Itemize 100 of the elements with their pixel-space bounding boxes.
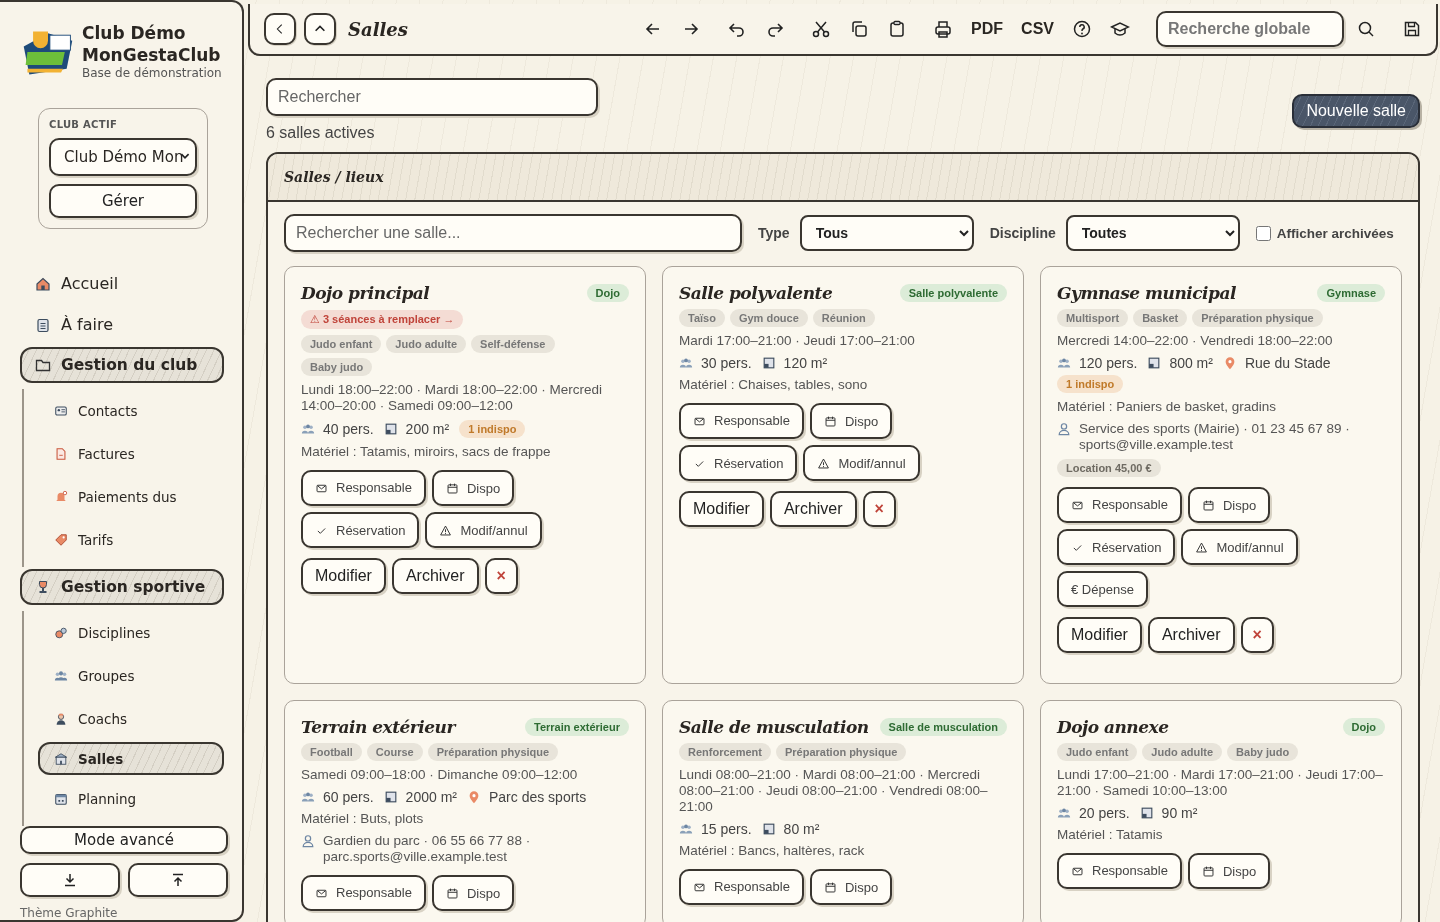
club-name: Club Démo MonGestaClub [82, 22, 222, 66]
save-icon[interactable] [1402, 19, 1422, 39]
replacement-alert[interactable]: ⚠ 3 séances à remplacer → [301, 310, 464, 329]
action-button[interactable]: Modif/annul [803, 445, 920, 481]
edit-button[interactable]: Modifier [679, 491, 764, 527]
clipboard-icon [35, 316, 51, 333]
discipline-tag: Football [301, 743, 362, 761]
csv-button[interactable]: CSV [1021, 20, 1054, 38]
advanced-mode-button[interactable]: Mode avancé [20, 826, 228, 854]
floor-plan-icon [1147, 356, 1162, 370]
back-button[interactable] [264, 13, 296, 45]
room-search-field[interactable]: Rechercher une salle... [284, 214, 742, 252]
invoice-icon [54, 446, 68, 461]
edit-button[interactable]: Modifier [301, 558, 386, 594]
equipment-text: Matériel : Tatamis [1057, 827, 1164, 843]
search-field[interactable]: Rechercher [266, 78, 598, 116]
calendar-icon [1201, 864, 1215, 878]
download-button[interactable] [20, 863, 120, 897]
delete-button[interactable]: × [484, 558, 518, 594]
club-select[interactable]: Club Démo Mon [49, 138, 197, 176]
action-button[interactable]: Responsable [679, 869, 804, 905]
balls-icon [54, 625, 68, 640]
archive-button[interactable]: Archiver [391, 558, 479, 594]
action-button[interactable]: Responsable [301, 470, 426, 506]
nav-item[interactable]: Groupes [38, 656, 224, 695]
manage-button[interactable]: Gérer [49, 184, 197, 218]
action-button[interactable]: Modif/annul [1181, 529, 1298, 565]
action-button[interactable]: Réservation [679, 445, 798, 481]
capacity-text: 30 pers. [701, 355, 752, 371]
delete-button[interactable]: × [1240, 617, 1274, 653]
action-button[interactable]: Dispo [1187, 487, 1271, 523]
discipline-tag: Course [366, 743, 423, 761]
warning-icon [1195, 540, 1209, 554]
people-icon [1057, 356, 1071, 370]
action-button[interactable]: Réservation [301, 512, 420, 548]
floor-plan-icon [1139, 806, 1154, 820]
action-button[interactable]: Responsable [679, 403, 804, 439]
action-button[interactable]: Dispo [431, 875, 515, 911]
new-room-button[interactable]: Nouvelle salle [1292, 94, 1420, 128]
calendar-icon [445, 481, 459, 495]
edit-button[interactable]: Modifier [1057, 617, 1142, 653]
help-icon[interactable] [1072, 19, 1092, 39]
location-text: Rue du Stade [1244, 355, 1331, 371]
nav-item[interactable]: Paiements dus [38, 477, 224, 516]
nav-item[interactable]: Salles [38, 742, 224, 775]
discipline-select[interactable]: Toutes [1065, 215, 1240, 251]
action-button[interactable]: Responsable [301, 875, 426, 911]
room-type-badge: Dojo [586, 284, 629, 302]
action-button[interactable]: Dispo [809, 403, 893, 439]
archived-label: Afficher archivées [1276, 225, 1394, 241]
capacity-text: 15 pers. [701, 821, 752, 837]
schedule-text: Samedi 09:00–18:00 · Dimanche 09:00–12:00 [301, 767, 579, 783]
action-button[interactable]: Réservation [1057, 529, 1176, 565]
schedule-text: Mercredi 14:00–22:00 · Vendredi 18:00–22:00 [1057, 333, 1334, 349]
pdf-button[interactable]: PDF [971, 20, 1004, 38]
up-button[interactable] [304, 13, 336, 45]
global-search-field[interactable]: Recherche globale [1156, 11, 1344, 47]
calendar-icon [823, 414, 837, 428]
nav-item[interactable]: Planning [38, 779, 224, 818]
contact-text: Service des sports (Mairie) · 01 23 45 67 89 · sports@ville.example.test [1079, 421, 1351, 453]
room-name: Terrain extérieur [301, 717, 455, 737]
action-button[interactable]: Dispo [431, 470, 515, 506]
action-button[interactable]: Modif/annul [425, 512, 542, 548]
copy-icon[interactable] [849, 19, 870, 39]
nav-item[interactable]: Coachs [38, 699, 224, 738]
floor-plan-icon [761, 356, 776, 370]
archived-checkbox[interactable] [1255, 225, 1271, 241]
action-button[interactable]: Dispo [1187, 853, 1271, 889]
nav-item[interactable]: Factures [38, 434, 224, 473]
archive-button[interactable]: Archiver [769, 491, 857, 527]
action-button[interactable]: Responsable [1057, 853, 1182, 889]
people-icon [301, 790, 315, 804]
search-icon[interactable] [1356, 19, 1376, 39]
nav-item[interactable]: À faire [20, 304, 224, 345]
action-button[interactable]: Responsable [1057, 487, 1182, 523]
nav-item[interactable]: Tarifs [38, 520, 224, 559]
scissors-icon[interactable] [811, 19, 832, 39]
nav-item[interactable]: Disciplines [38, 613, 224, 652]
nav-item[interactable]: Accueil [20, 263, 224, 304]
discipline-tag: Self-défense [471, 335, 555, 353]
person-icon [301, 834, 315, 848]
action-button[interactable]: Dispo [809, 869, 893, 905]
discipline-tag: Gym douce [729, 309, 808, 327]
club-subtitle: Base de démonstration [82, 66, 223, 80]
discipline-tag: Taïso [679, 309, 725, 327]
action-button[interactable]: € Dépense [1057, 571, 1148, 607]
print-icon[interactable] [933, 19, 954, 39]
nav-group[interactable]: Gestion du club [20, 347, 224, 383]
section-label: CLUB ACTIF [49, 119, 119, 130]
graduation-cap-icon[interactable] [1110, 19, 1130, 39]
type-select[interactable]: Tous [799, 215, 974, 251]
warning-icon [817, 456, 831, 470]
upload-button[interactable] [128, 863, 228, 897]
people-icon [679, 822, 693, 836]
nav-item[interactable]: Contacts [38, 391, 224, 430]
archive-button[interactable]: Archiver [1147, 617, 1235, 653]
delete-button[interactable]: × [862, 491, 896, 527]
nav-group[interactable]: Gestion sportive [20, 569, 224, 605]
warning-icon [439, 523, 453, 537]
people-icon [679, 356, 693, 370]
